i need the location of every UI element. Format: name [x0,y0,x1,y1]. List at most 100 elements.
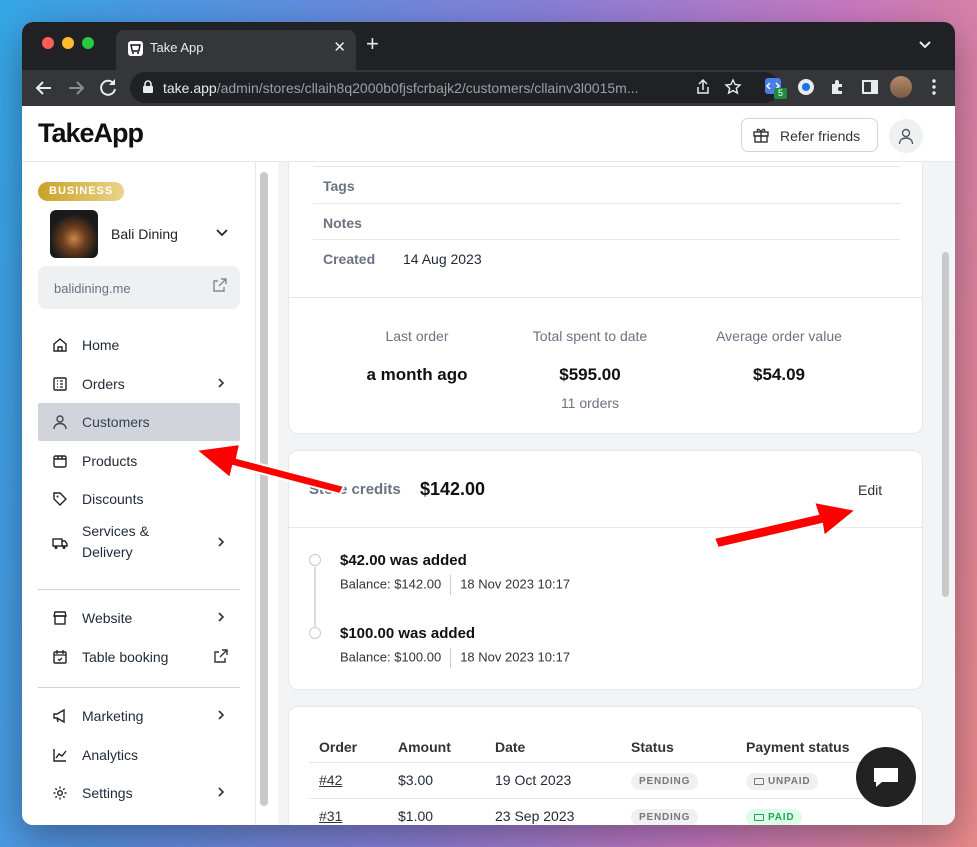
store-credits-card: Store credits $142.00 Edit $42.00 was ad… [288,450,923,690]
devtools-extension-icon[interactable]: 5 [764,77,787,99]
close-tab-icon[interactable]: ✕ [333,38,346,56]
store-link-label: balidining.me [54,281,131,296]
order-link[interactable]: #42 [319,772,342,788]
sidebar-item-customers[interactable]: Customers [38,403,240,441]
edit-credits-button[interactable]: Edit [858,482,882,498]
orders-card: Order Amount Date Status Payment status … [288,706,923,825]
sidebar-item-label: Analytics [82,747,139,763]
puzzle-extensions-icon[interactable] [828,77,848,97]
reload-icon[interactable] [96,76,120,100]
created-value: 14 Aug 2023 [403,251,482,267]
chevron-right-icon [214,535,228,549]
sidebar-item-analytics[interactable]: Analytics [38,736,240,774]
total-spent-label: Total spent to date [532,328,648,344]
sidebar-item-label: Home [82,337,120,353]
credit-entry-title: $42.00 was added [340,552,467,569]
bookmark-star-icon[interactable] [724,78,742,96]
store-name[interactable]: Bali Dining [111,226,178,242]
user-icon [898,128,914,145]
status-badge: PENDING [631,808,699,825]
forward-arrow-icon[interactable] [64,76,88,100]
status-badge: PENDING [631,772,699,790]
credit-entry-title: $100.00 was added [340,625,476,642]
megaphone-icon [52,708,68,724]
takeapp-logo[interactable]: TakeApp [38,118,144,149]
url-text: take.app/admin/stores/cllaih8q2000b0fjsf… [163,80,639,96]
store-link[interactable]: balidining.me [38,266,240,309]
credit-entry-date: 18 Nov 2023 10:17 [460,649,571,665]
created-label: Created [323,251,376,267]
truck-icon [52,535,68,551]
share-icon[interactable] [694,78,712,96]
order-amount: $1.00 [388,798,485,825]
store-switch-chevron-icon[interactable] [214,224,230,240]
sidebar-item-label: Table booking [82,649,169,665]
column-header: Order [309,732,388,763]
table-row[interactable]: #31 $1.00 23 Sep 2023 PENDING PAID [309,798,899,825]
credit-card-icon [754,777,764,785]
tab-search-chevron-icon[interactable] [917,36,933,52]
browser-window: Take App ✕ + take.app/admin/stores/cllai… [22,22,955,825]
average-order-value: $54.09 [753,365,805,384]
sidebar-item-discounts[interactable]: Discounts [38,480,240,518]
sidebar-item-products[interactable]: Products [38,442,240,480]
table-row[interactable]: #42 $3.00 19 Oct 2023 PENDING UNPAID [309,762,899,799]
average-order-stat: Average order value $54.09 [689,328,869,385]
average-order-label: Average order value [716,328,842,344]
sidebar: BUSINESS Bali Dining balidining.me Home … [22,162,256,825]
credit-entry-balance: Balance: $142.00 [340,576,442,592]
sidebar-item-label: Discounts [82,491,144,507]
notes-row: Notes [313,203,900,240]
store-thumbnail[interactable] [50,210,98,258]
profile-avatar[interactable] [890,76,912,98]
tag-icon [52,491,68,507]
browser-tab[interactable]: Take App ✕ [116,30,356,70]
orders-icon [52,376,68,392]
notes-label: Notes [323,215,362,231]
sidebar-item-label: Marketing [82,708,144,724]
refer-friends-label: Refer friends [780,128,861,144]
customer-details-card: Tags Notes Created 14 Aug 2023 Last orde… [288,162,923,434]
order-count: 11 orders [560,395,620,411]
sidebar-item-table-booking[interactable]: Table booking [38,638,240,676]
close-window-button[interactable] [42,37,54,49]
last-order-stat: Last order a month ago [327,328,507,385]
chat-bubble-icon [874,768,898,787]
order-link[interactable]: #31 [319,808,342,824]
sidebar-item-settings[interactable]: Settings [38,774,240,812]
last-order-value: a month ago [366,365,468,384]
lock-icon[interactable] [140,79,156,95]
external-link-icon [212,277,228,293]
box-icon [52,453,68,469]
account-button[interactable] [889,119,923,153]
sidebar-item-marketing[interactable]: Marketing [38,697,240,735]
sidebar-item-services-delivery[interactable]: Services & Delivery [38,519,240,567]
main-scrollbar[interactable] [942,252,949,597]
tab-bar: Take App ✕ + [22,22,955,70]
credit-entry-meta: Balance: $142.00 18 Nov 2023 10:17 [340,575,570,595]
order-date: 19 Oct 2023 [485,762,621,799]
minimize-window-button[interactable] [62,37,74,49]
orders-table: Order Amount Date Status Payment status … [309,732,899,825]
sidebar-item-orders[interactable]: Orders [38,365,240,403]
gear-icon [52,785,68,801]
sidebar-divider [38,589,240,590]
store-icon [52,610,68,626]
side-panel-icon[interactable] [860,77,880,97]
chat-support-button[interactable] [856,747,916,807]
kebab-menu-icon[interactable] [924,77,944,97]
address-bar[interactable]: take.app/admin/stores/cllaih8q2000b0fjsf… [130,72,780,103]
maximize-window-button[interactable] [82,37,94,49]
credits-divider [289,527,922,528]
back-arrow-icon[interactable] [32,76,56,100]
sidebar-item-website[interactable]: Website [38,599,240,637]
sidebar-item-label: Customers [82,414,150,430]
table-header-row: Order Amount Date Status Payment status [309,732,899,763]
password-extension-icon[interactable] [796,77,816,97]
stats-divider [289,297,922,298]
sidebar-item-label: Website [82,610,133,626]
sidebar-scrollbar[interactable] [260,172,268,806]
refer-friends-button[interactable]: Refer friends [741,118,878,152]
sidebar-item-home[interactable]: Home [38,326,240,364]
new-tab-icon[interactable]: + [366,32,379,56]
